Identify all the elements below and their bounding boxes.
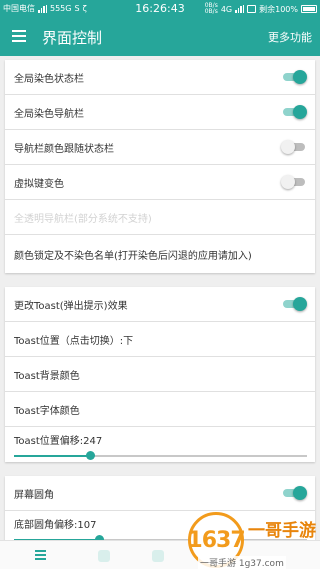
setting-row-toast-position[interactable]: Toast位置（点击切换）:下 xyxy=(5,322,315,357)
setting-label: Toast位置（点击切换）:下 xyxy=(14,335,134,347)
toggle-switch[interactable] xyxy=(281,175,307,189)
battery-icon xyxy=(301,5,317,13)
toggle-switch[interactable] xyxy=(281,105,307,119)
setting-label: 更改Toast(弹出提示)效果 xyxy=(14,300,128,312)
nav-item-icon[interactable] xyxy=(98,550,110,562)
toggle-switch[interactable] xyxy=(281,70,307,84)
more-functions-button[interactable]: 更多功能 xyxy=(268,29,312,45)
setting-row-transparent-navbar: 全透明导航栏(部分系统不支持) xyxy=(5,200,315,235)
setting-row-toast-offset: Toast位置偏移:247 xyxy=(5,427,315,462)
network-speed: 0B/s 0B/s xyxy=(205,3,218,15)
setting-label: 虚拟键变色 xyxy=(14,178,64,190)
setting-row-virtual-keys-tint[interactable]: 虚拟键变色 xyxy=(5,165,315,200)
setting-label: Toast字体颜色 xyxy=(14,405,80,417)
app-bar: 界面控制 更多功能 xyxy=(0,18,320,56)
image-notification-icon xyxy=(247,5,257,13)
setting-row-screen-corners[interactable]: 屏幕圆角 xyxy=(5,476,315,511)
setting-label: 全局染色导航栏 xyxy=(14,108,84,120)
site-watermark: 1637 一哥手游 一哥手游 1g37.com xyxy=(187,512,316,569)
nav-item-icon[interactable] xyxy=(152,550,164,562)
setting-label: Toast位置偏移:247 xyxy=(14,436,103,447)
toast-offset-slider[interactable] xyxy=(14,451,307,461)
status-bar-right: 0B/s 0B/s 4G 剩余100% xyxy=(205,3,317,15)
battery-label: 剩余100% xyxy=(259,4,298,14)
toggle-switch[interactable] xyxy=(281,297,307,311)
setting-row-global-statusbar-tint[interactable]: 全局染色状态栏 xyxy=(5,60,315,95)
page-title: 界面控制 xyxy=(42,29,103,47)
setting-row-global-navbar-tint[interactable]: 全局染色导航栏 xyxy=(5,95,315,130)
setting-row-navbar-follow-statusbar[interactable]: 导航栏颜色跟随状态栏 xyxy=(5,130,315,165)
status-bar: 中国电信 555G S ζ 16:26:43 0B/s 0B/s 4G 剩余10… xyxy=(0,0,320,18)
setting-row-color-lock-list[interactable]: 颜色锁定及不染色名单(打开染色后闪退的应用请加入) xyxy=(5,235,315,273)
settings-card-toast: 更改Toast(弹出提示)效果 Toast位置（点击切换）:下 Toast背景颜… xyxy=(5,287,315,462)
slider-thumb[interactable] xyxy=(86,451,96,460)
net-type-label: 4G xyxy=(220,4,233,14)
speed-down: 0B/s xyxy=(204,8,218,15)
list-icon[interactable] xyxy=(35,550,46,560)
setting-label: 底部圆角偏移:107 xyxy=(14,520,97,531)
toggle-switch[interactable] xyxy=(281,486,307,500)
setting-label: 全局染色状态栏 xyxy=(14,73,84,85)
menu-icon[interactable] xyxy=(12,30,26,42)
setting-label: 导航栏颜色跟随状态栏 xyxy=(14,143,114,155)
setting-label: Toast背景颜色 xyxy=(14,370,80,382)
watermark-name: 一哥手游 xyxy=(248,521,316,541)
settings-card-coloring: 全局染色状态栏 全局染色导航栏 导航栏颜色跟随状态栏 虚拟键变色 全透明导航栏(… xyxy=(5,60,315,273)
setting-label: 颜色锁定及不染色名单(打开染色后闪退的应用请加入) xyxy=(14,250,252,262)
setting-label: 屏幕圆角 xyxy=(14,489,54,501)
signal-strength-icon xyxy=(235,5,245,13)
setting-row-change-toast[interactable]: 更改Toast(弹出提示)效果 xyxy=(5,287,315,322)
setting-row-toast-background-color[interactable]: Toast背景颜色 xyxy=(5,357,315,392)
settings-list: 全局染色状态栏 全局染色导航栏 导航栏颜色跟随状态栏 虚拟键变色 全透明导航栏(… xyxy=(0,56,320,540)
setting-row-toast-font-color[interactable]: Toast字体颜色 xyxy=(5,392,315,427)
setting-label: 全透明导航栏(部分系统不支持) xyxy=(14,213,152,225)
watermark-number: 1637 xyxy=(187,527,245,553)
watermark-url: 一哥手游 1g37.com xyxy=(198,556,286,569)
toggle-switch[interactable] xyxy=(281,140,307,154)
